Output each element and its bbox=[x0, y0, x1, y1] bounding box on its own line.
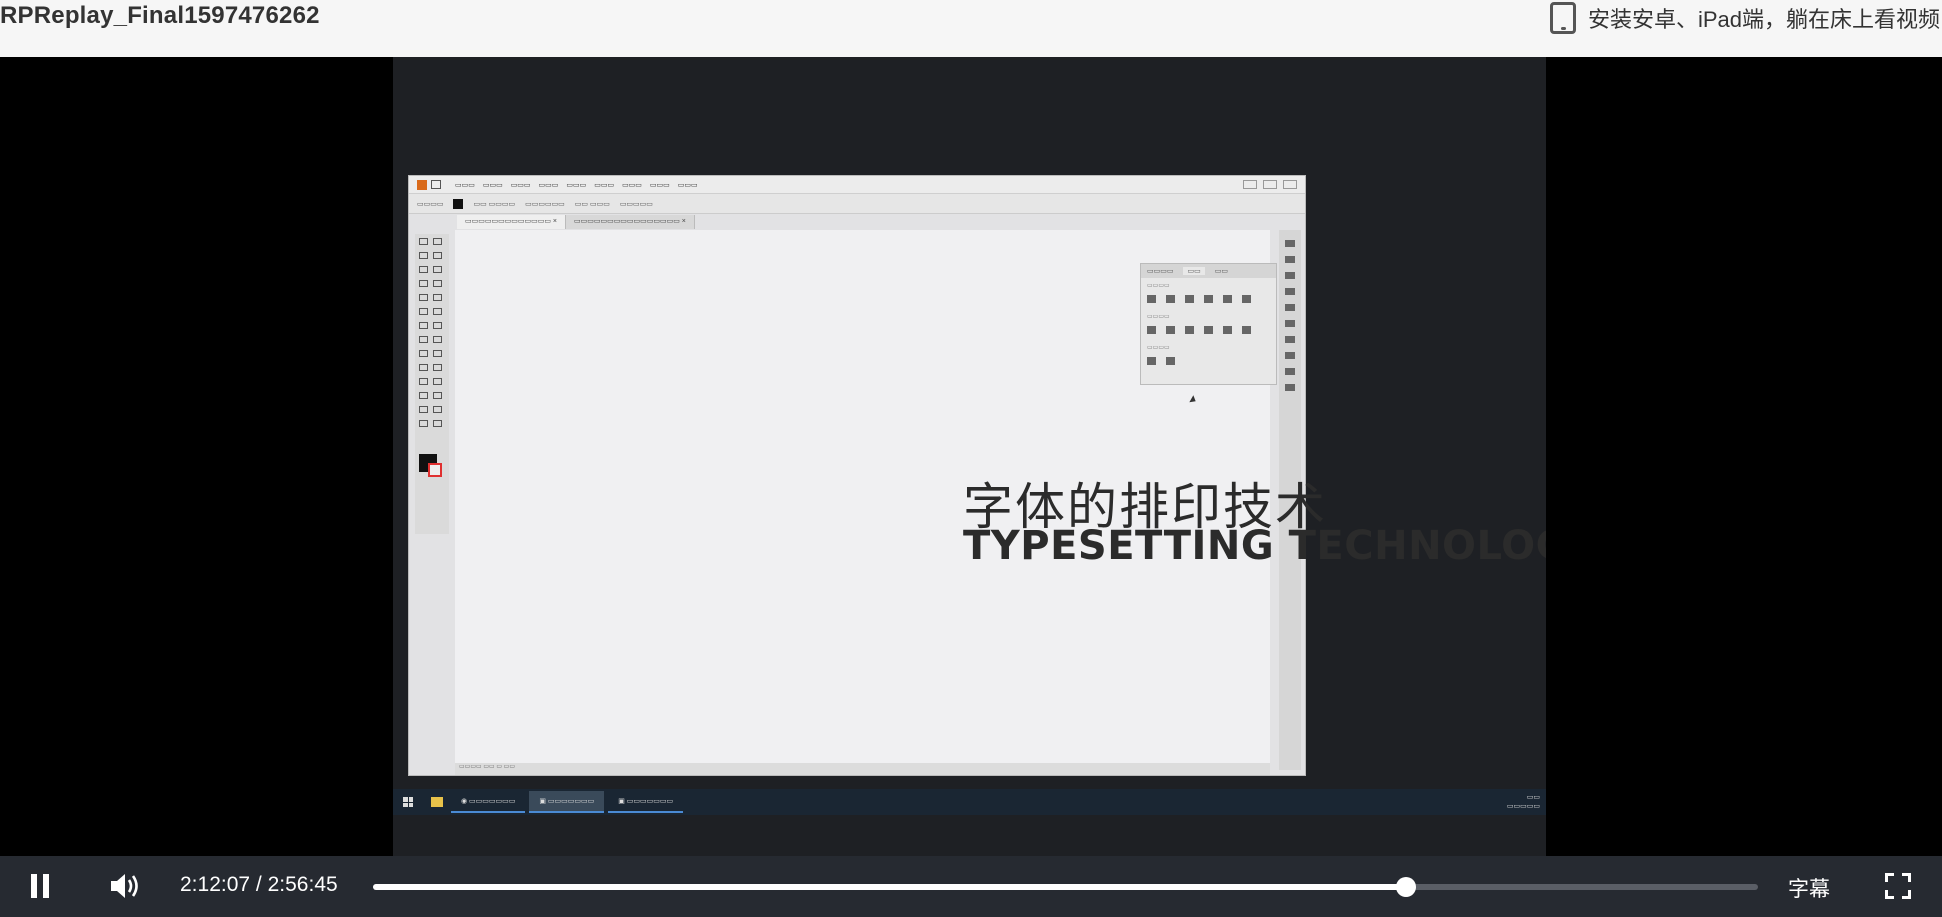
tools-panel bbox=[415, 234, 449, 534]
curvature-tool-icon bbox=[433, 266, 442, 273]
app-promo-link[interactable]: 安装安卓、iPad端，躺在床上看视频 bbox=[1549, 2, 1940, 34]
pen-tool-icon bbox=[419, 266, 428, 273]
panel-icon bbox=[1285, 304, 1295, 311]
stroke-color-icon bbox=[428, 463, 442, 477]
lasso-tool-icon bbox=[433, 252, 442, 259]
shape-builder-tool-icon bbox=[419, 350, 428, 357]
windows-taskbar: ◉ ▭▭▭▭▭▭▭ ▣ ▭▭▭▭▭▭▭ ▣ ▭▭▭▭▭▭▭ ▭▭ ▭▭▭▭▭ bbox=[393, 789, 1546, 815]
windows-logo-icon bbox=[403, 797, 413, 807]
brush-tool-icon bbox=[433, 294, 442, 301]
pause-button[interactable] bbox=[26, 871, 54, 901]
menu-item: ▭▭▭ bbox=[677, 181, 698, 189]
menu-item: ▭▭▭ bbox=[538, 181, 559, 189]
menu-item: ▭▭▭ bbox=[482, 181, 503, 189]
line-tool-icon bbox=[433, 280, 442, 287]
mesh-tool-icon bbox=[419, 364, 428, 371]
video-frame[interactable]: ▭▭▭ ▭▭▭ ▭▭▭ ▭▭▭ ▭▭▭ ▭▭▭ ▭▭▭ ▭▭▭ ▭▭▭ ▭▭▭▭… bbox=[393, 57, 1546, 856]
hand-tool-icon bbox=[419, 420, 428, 427]
progress-bar[interactable] bbox=[373, 877, 1758, 897]
panel-icon bbox=[1285, 336, 1295, 343]
selection-tool-icon bbox=[419, 238, 428, 245]
shape-tool-icon bbox=[419, 294, 428, 301]
current-time: 2:12:07 bbox=[180, 873, 251, 896]
magic-wand-tool-icon bbox=[419, 252, 428, 259]
fullscreen-button[interactable] bbox=[1885, 873, 1911, 899]
panel-icon bbox=[1285, 256, 1295, 263]
pause-icon bbox=[31, 874, 37, 898]
panel-icon bbox=[1285, 240, 1295, 247]
player-controls: 2:12:07 / 2:56:45 字幕 bbox=[0, 856, 1942, 917]
direct-selection-tool-icon bbox=[433, 238, 442, 245]
zoom-tool-icon bbox=[433, 420, 442, 427]
document-tab: ▭▭▭▭▭▭▭▭▭▭▭▭▭▭▭▭ × bbox=[566, 215, 695, 229]
graph-tool-icon bbox=[433, 392, 442, 399]
eraser-tool-icon bbox=[433, 308, 442, 315]
slice-tool-icon bbox=[433, 406, 442, 413]
illustrator-menubar: ▭▭▭ ▭▭▭ ▭▭▭ ▭▭▭ ▭▭▭ ▭▭▭ ▭▭▭ ▭▭▭ ▭▭▭ bbox=[409, 176, 1305, 194]
menu-item: ▭▭▭ bbox=[594, 181, 615, 189]
menu-item: ▭▭▭ bbox=[510, 181, 531, 189]
menu-item: ▭▭▭ bbox=[566, 181, 587, 189]
illustrator-logo-icon bbox=[417, 179, 427, 190]
free-transform-tool-icon bbox=[433, 336, 442, 343]
home-icon bbox=[431, 180, 441, 189]
progress-thumb[interactable] bbox=[1396, 877, 1417, 897]
scale-tool-icon bbox=[433, 322, 442, 329]
time-separator: / bbox=[255, 873, 262, 896]
panel-icon bbox=[1285, 272, 1295, 279]
system-tray: ▭▭ ▭▭▭▭▭ bbox=[1506, 794, 1540, 810]
document-tabs: ▭▭▭▭▭▭▭▭▭▭▭▭▭ × ▭▭▭▭▭▭▭▭▭▭▭▭▭▭▭▭ × bbox=[457, 215, 695, 229]
type-tool-icon bbox=[419, 280, 428, 287]
document-tab: ▭▭▭▭▭▭▭▭▭▭▭▭▭ × bbox=[457, 215, 567, 229]
tablet-icon bbox=[1549, 2, 1576, 34]
volume-button[interactable] bbox=[108, 870, 142, 902]
width-tool-icon bbox=[419, 336, 428, 343]
illustrator-status-bar: ▭▭▭▭ ▭▭ ▭ ▭▭ bbox=[455, 763, 1270, 775]
menu-item: ▭▭▭ bbox=[649, 181, 670, 189]
duration: 2:56:45 bbox=[267, 873, 338, 896]
panel-icon bbox=[1285, 352, 1295, 359]
video-player[interactable]: ▭▭▭ ▭▭▭ ▭▭▭ ▭▭▭ ▭▭▭ ▭▭▭ ▭▭▭ ▭▭▭ ▭▭▭ ▭▭▭▭… bbox=[0, 57, 1942, 917]
promo-text: 安装安卓、iPad端，躺在床上看视频 bbox=[1587, 7, 1940, 32]
subtitle-button[interactable]: 字幕 bbox=[1788, 873, 1830, 903]
panel-icon bbox=[1285, 320, 1295, 327]
panel-icon bbox=[1285, 288, 1295, 295]
artboard-en-title: TYPESETTING TECHNOLOGY OF FONT bbox=[963, 523, 1546, 569]
illustrator-control-bar: ▭▭▭▭ ▭▭ ▭▭▭▭ ▭▭▭▭▭▭ ▭▭ ▭▭▭ ▭▭▭▭▭ bbox=[409, 194, 1305, 214]
taskbar-item-browser: ◉ ▭▭▭▭▭▭▭ bbox=[451, 791, 526, 813]
gradient-tool-icon bbox=[433, 364, 442, 371]
eyedropper-tool-icon bbox=[419, 378, 428, 385]
video-title: RPReplay_Final1597476262 bbox=[0, 2, 320, 29]
perspective-tool-icon bbox=[433, 350, 442, 357]
folder-icon bbox=[431, 797, 443, 807]
page-header: RPReplay_Final1597476262 安装安卓、iPad端，躺在床上… bbox=[0, 0, 1942, 57]
time-display: 2:12:07 / 2:56:45 bbox=[180, 873, 338, 897]
symbol-sprayer-tool-icon bbox=[419, 392, 428, 399]
pencil-tool-icon bbox=[419, 308, 428, 315]
menu-item: ▭▭▭ bbox=[455, 181, 475, 189]
menu-item: ▭▭▭ bbox=[622, 181, 642, 189]
blend-tool-icon bbox=[433, 378, 442, 385]
volume-icon bbox=[111, 874, 138, 898]
align-panel: ▭▭▭▭ ▭▭ ▭▭ ▭▭▭▭ ▭▭▭▭ ▭▭▭▭ bbox=[1140, 263, 1277, 385]
progress-fill bbox=[373, 884, 1407, 890]
artboard-tool-icon bbox=[419, 406, 428, 413]
taskbar-item-stream: ▣ ▭▭▭▭▭▭▭ bbox=[608, 791, 684, 813]
panel-icon bbox=[1285, 368, 1295, 375]
panel-icon bbox=[1285, 384, 1295, 391]
spacing-buttons bbox=[1141, 351, 1276, 371]
rotate-tool-icon bbox=[419, 322, 428, 329]
distribute-buttons bbox=[1141, 320, 1276, 340]
taskbar-item-illustrator: ▣ ▭▭▭▭▭▭▭ bbox=[529, 791, 605, 813]
fill-swatch bbox=[453, 198, 464, 209]
window-controls bbox=[1243, 180, 1297, 189]
align-buttons bbox=[1141, 289, 1276, 309]
